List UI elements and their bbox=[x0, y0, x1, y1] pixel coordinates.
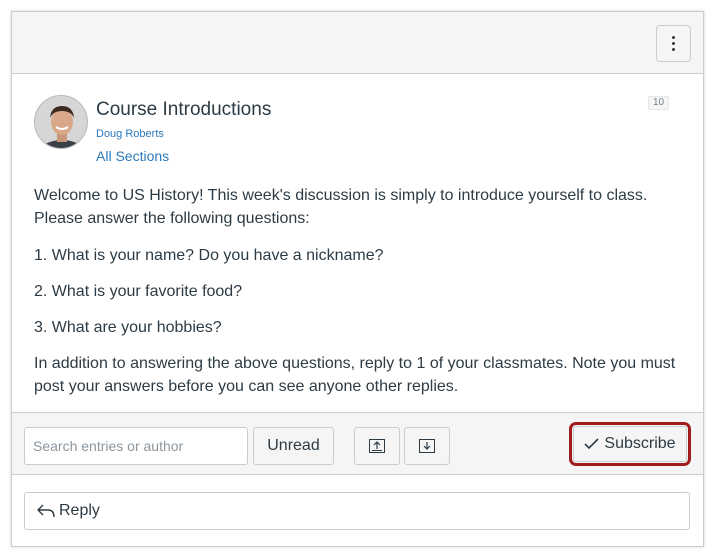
discussion-toolbar: Unread Subscribe bbox=[12, 412, 703, 475]
search-input[interactable] bbox=[24, 427, 248, 465]
expand-down-icon bbox=[419, 439, 435, 453]
kebab-dot bbox=[672, 36, 675, 39]
topic-title: Course Introductions bbox=[96, 99, 272, 120]
sections-link[interactable]: All Sections bbox=[96, 148, 169, 164]
collapse-replies-button[interactable] bbox=[354, 427, 400, 465]
header-bar bbox=[12, 12, 703, 74]
entry-count-badge: 10 bbox=[648, 96, 670, 110]
subscribe-button[interactable]: Subscribe bbox=[573, 426, 687, 462]
unread-button[interactable]: Unread bbox=[253, 427, 334, 465]
author-avatar[interactable] bbox=[34, 95, 88, 149]
subscribe-label: Subscribe bbox=[604, 435, 676, 452]
body-paragraph: 2. What is your favorite food? bbox=[34, 283, 243, 300]
expand-replies-button[interactable] bbox=[404, 427, 450, 465]
checkmark-icon bbox=[584, 438, 599, 450]
body-paragraph: In addition to answering the above quest… bbox=[34, 355, 676, 395]
reply-arrow-icon bbox=[37, 504, 55, 518]
reply-label: Reply bbox=[59, 502, 100, 519]
body-paragraph: 3. What are your hobbies? bbox=[34, 319, 222, 336]
body-paragraph: 1. What is your name? Do you have a nick… bbox=[34, 247, 384, 264]
body-paragraph: Welcome to US History! This week's discu… bbox=[34, 187, 648, 227]
discussion-panel: Course Introductions Doug Roberts All Se… bbox=[11, 11, 704, 547]
kebab-dot bbox=[672, 42, 675, 45]
author-link[interactable]: Doug Roberts bbox=[96, 128, 164, 140]
reply-button[interactable]: Reply bbox=[24, 492, 690, 530]
kebab-dot bbox=[672, 48, 675, 51]
more-options-icon[interactable] bbox=[656, 25, 691, 62]
collapse-up-icon bbox=[369, 439, 385, 453]
